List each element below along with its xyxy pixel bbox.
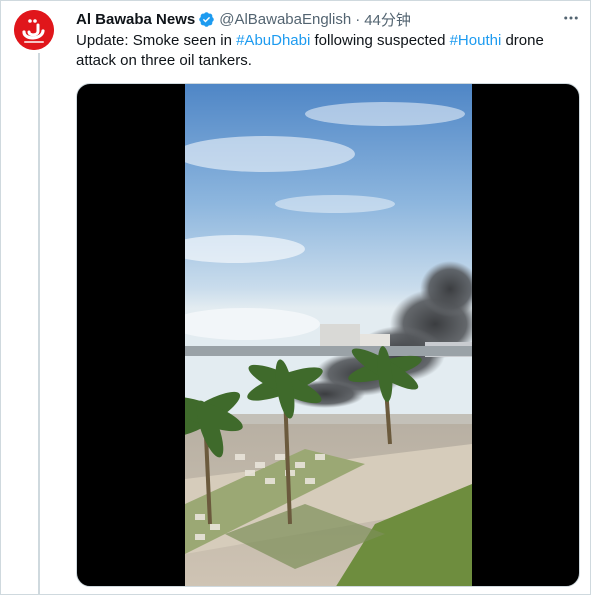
display-name[interactable]: Al Bawaba News [76,11,195,28]
verified-badge-icon [198,11,215,28]
video-player[interactable] [76,83,580,587]
separator-dot: · [355,10,361,28]
tweet-text: Update: Smoke seen in #AbuDhabi followin… [76,31,566,71]
avatar[interactable] [14,10,54,50]
hashtag-houthi[interactable]: #Houthi [450,32,502,49]
tweet-text-part: Update: Smoke seen in [76,32,237,49]
tweet-card[interactable]: Al Bawaba News @AlBawabaEnglish · 44分钟 U… [0,0,591,595]
tweet-header: Al Bawaba News @AlBawabaEnglish · 44分钟 [76,9,411,29]
thread-line [38,53,40,594]
al-bawaba-logo [14,10,54,50]
hashtag-abudhabi[interactable]: #AbuDhabi [236,32,310,49]
video-frame[interactable] [185,84,472,587]
tweet-text-part: following suspected [310,32,450,49]
more-options-button[interactable] [557,6,585,30]
timestamp[interactable]: 44分钟 [364,9,411,30]
more-horizontal-icon [564,16,578,20]
user-handle[interactable]: @AlBawabaEnglish [219,11,351,28]
